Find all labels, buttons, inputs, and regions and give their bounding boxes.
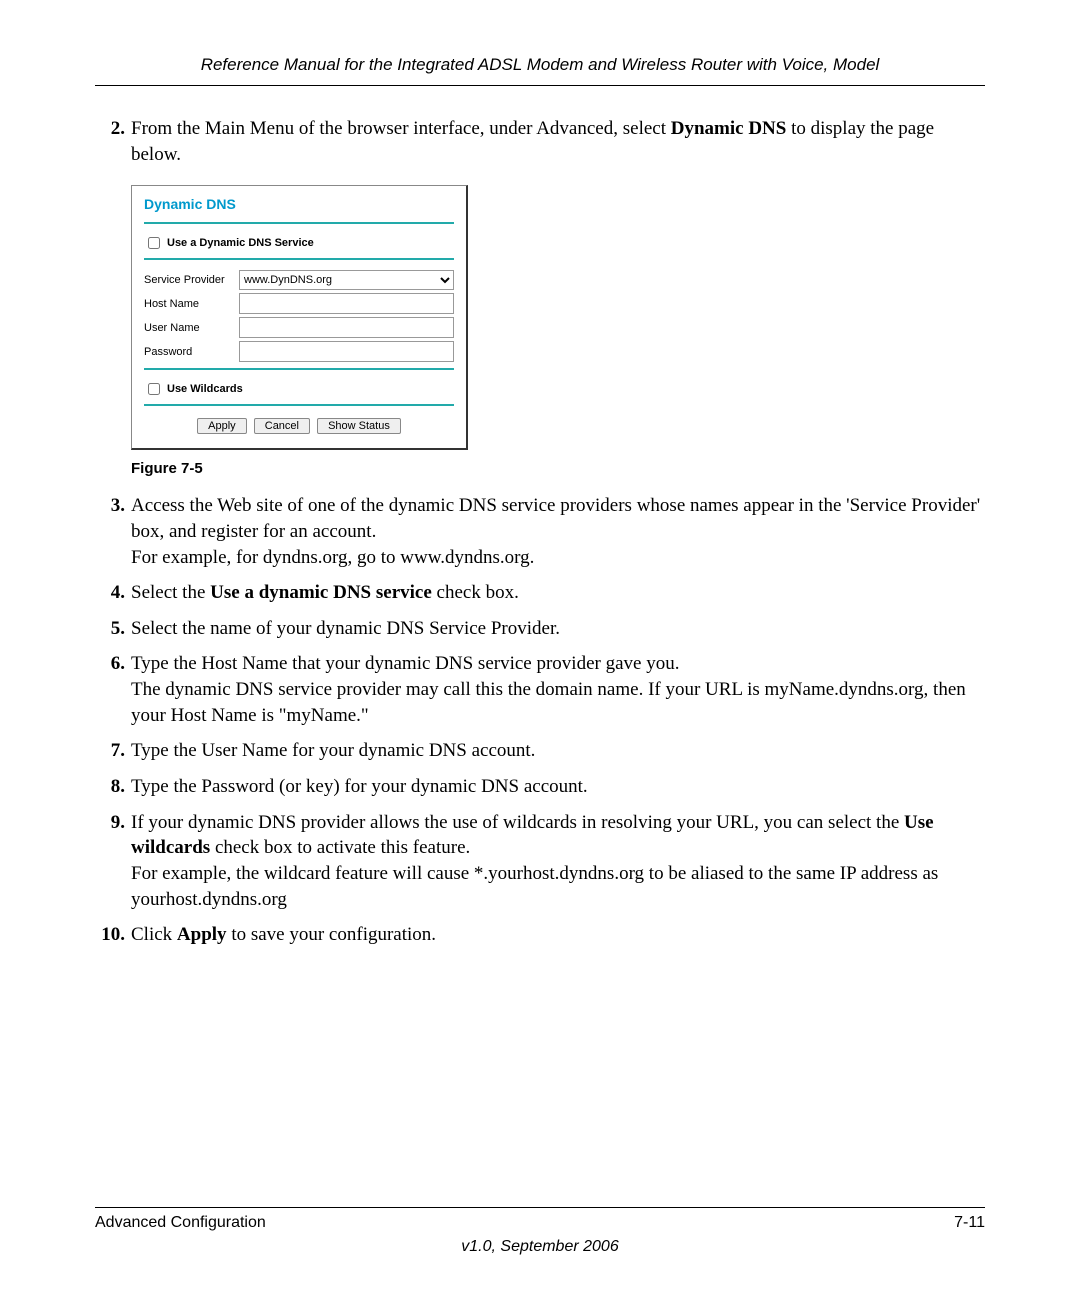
page-header: Reference Manual for the Integrated ADSL… xyxy=(95,55,985,86)
use-wildcards-checkbox[interactable] xyxy=(148,383,160,395)
step-text: Select the name of your dynamic DNS Serv… xyxy=(131,616,985,642)
step-number: 9. xyxy=(95,810,131,913)
divider xyxy=(144,222,454,224)
step-text: Type the User Name for your dynamic DNS … xyxy=(131,738,985,764)
step-text: If your dynamic DNS provider allows the … xyxy=(131,810,985,913)
step-number: 8. xyxy=(95,774,131,800)
figure-screenshot: Dynamic DNS Use a Dynamic DNS Service Se… xyxy=(131,185,985,450)
show-status-button[interactable]: Show Status xyxy=(317,418,401,434)
step-5: 5. Select the name of your dynamic DNS S… xyxy=(95,616,985,642)
use-dns-label: Use a Dynamic DNS Service xyxy=(167,237,314,249)
step-9: 9. If your dynamic DNS provider allows t… xyxy=(95,810,985,913)
step-number: 10. xyxy=(95,922,131,948)
step-text: Type the Host Name that your dynamic DNS… xyxy=(131,651,985,728)
step-number: 7. xyxy=(95,738,131,764)
figure-caption: Figure 7-5 xyxy=(131,460,985,477)
user-name-input[interactable] xyxy=(239,317,454,338)
step-text: Select the Use a dynamic DNS service che… xyxy=(131,580,985,606)
use-dns-checkbox[interactable] xyxy=(148,237,160,249)
step-4: 4. Select the Use a dynamic DNS service … xyxy=(95,580,985,606)
step-2: 2. From the Main Menu of the browser int… xyxy=(95,116,985,167)
page-footer: Advanced Configuration 7-11 v1.0, Septem… xyxy=(95,1207,985,1256)
footer-version: v1.0, September 2006 xyxy=(95,1238,985,1256)
password-label: Password xyxy=(144,346,239,358)
instruction-list-cont: 3. Access the Web site of one of the dyn… xyxy=(95,493,985,948)
step-text: Access the Web site of one of the dynami… xyxy=(131,493,985,570)
step-number: 4. xyxy=(95,580,131,606)
dynamic-dns-panel: Dynamic DNS Use a Dynamic DNS Service Se… xyxy=(131,185,468,450)
step-6: 6. Type the Host Name that your dynamic … xyxy=(95,651,985,728)
apply-button[interactable]: Apply xyxy=(197,418,247,434)
password-input[interactable] xyxy=(239,341,454,362)
footer-section: Advanced Configuration xyxy=(95,1214,266,1232)
step-text: From the Main Menu of the browser interf… xyxy=(131,116,985,167)
cancel-button[interactable]: Cancel xyxy=(254,418,310,434)
divider xyxy=(144,368,454,370)
instruction-list: 2. From the Main Menu of the browser int… xyxy=(95,116,985,167)
user-name-label: User Name xyxy=(144,322,239,334)
host-name-label: Host Name xyxy=(144,298,239,310)
step-text: Type the Password (or key) for your dyna… xyxy=(131,774,985,800)
service-provider-label: Service Provider xyxy=(144,274,239,286)
step-7: 7. Type the User Name for your dynamic D… xyxy=(95,738,985,764)
use-wildcards-label: Use Wildcards xyxy=(167,383,243,395)
step-8: 8. Type the Password (or key) for your d… xyxy=(95,774,985,800)
step-text: Click Apply to save your configuration. xyxy=(131,922,985,948)
footer-page: 7-11 xyxy=(954,1214,985,1232)
step-number: 3. xyxy=(95,493,131,570)
step-number: 6. xyxy=(95,651,131,728)
step-10: 10. Click Apply to save your configurati… xyxy=(95,922,985,948)
step-3: 3. Access the Web site of one of the dyn… xyxy=(95,493,985,570)
step-number: 2. xyxy=(95,116,131,167)
service-provider-select[interactable]: www.DynDNS.org xyxy=(239,270,454,290)
divider xyxy=(144,258,454,260)
panel-title: Dynamic DNS xyxy=(144,196,454,212)
step-number: 5. xyxy=(95,616,131,642)
host-name-input[interactable] xyxy=(239,293,454,314)
divider xyxy=(144,404,454,406)
